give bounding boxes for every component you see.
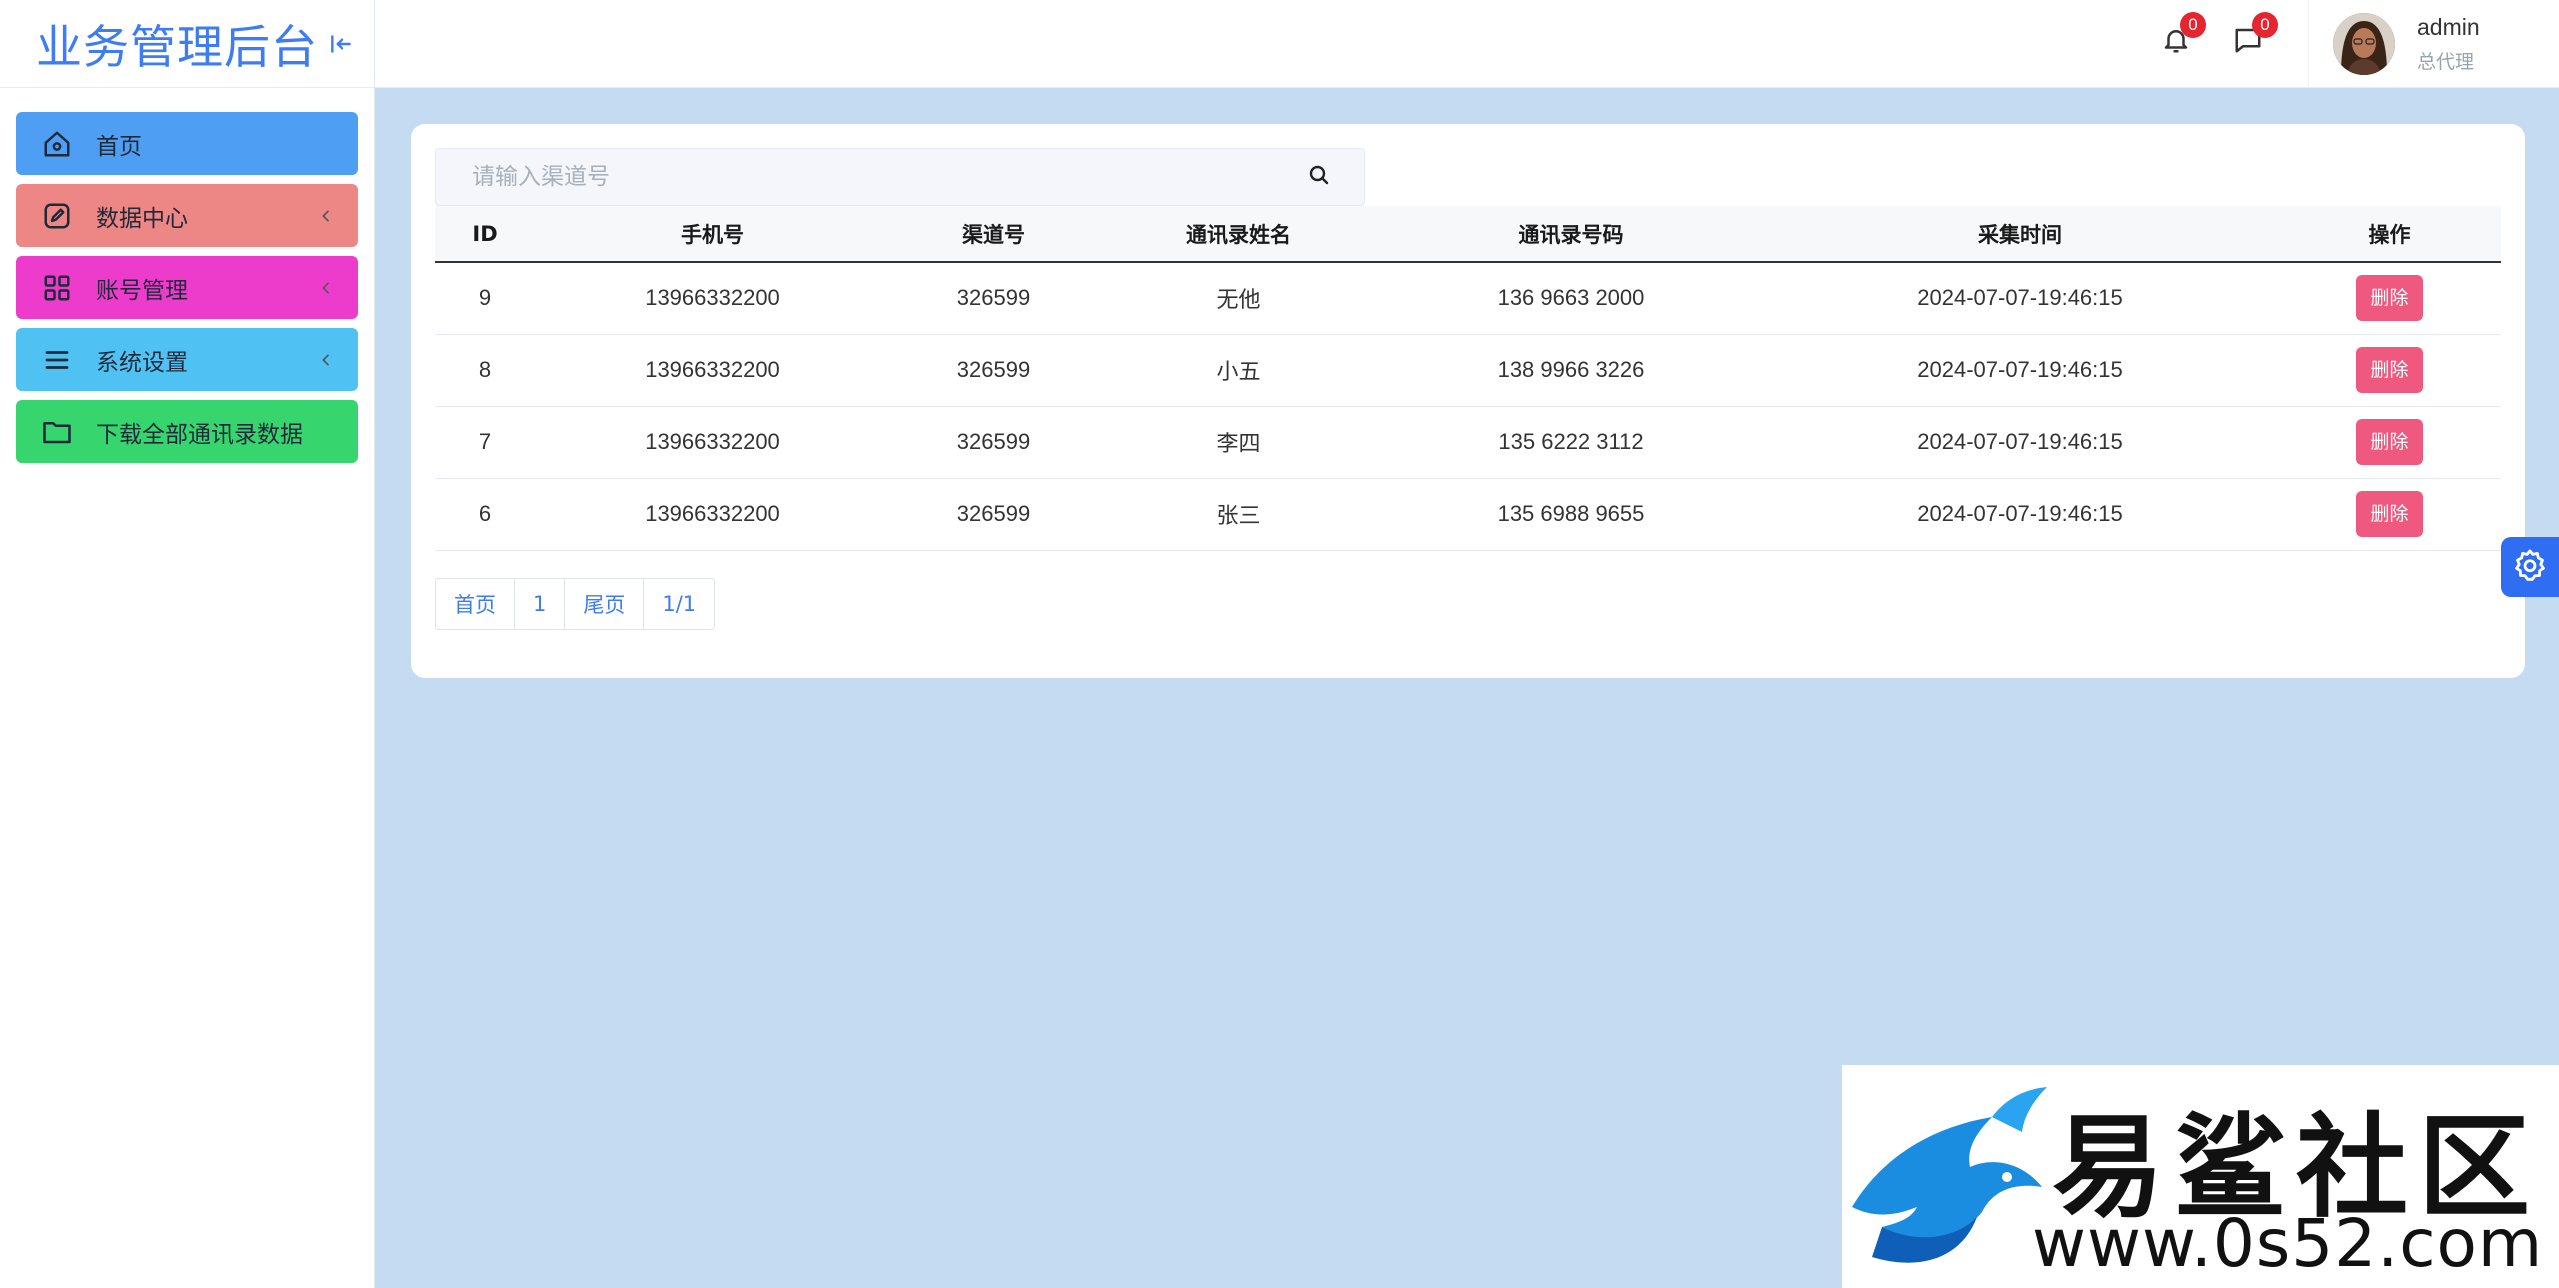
cell-action: 删除 — [2278, 334, 2501, 406]
message-count-badge: 0 — [2252, 12, 2278, 38]
pagination-last[interactable]: 尾页 — [565, 579, 645, 629]
cell-contact-number: 138 9966 3226 — [1497, 357, 1645, 382]
sidebar-item-account-management[interactable]: 账号管理 — [16, 256, 358, 319]
sidebar-item-label: 首页 — [96, 133, 142, 160]
table-row: 6 13966332200 326599 张三 135 6988 9655 20… — [435, 478, 2501, 550]
notifications-button[interactable]: 0 — [2154, 12, 2206, 64]
sidebar-item-data-center[interactable]: 数据中心 — [16, 184, 358, 247]
pagination-page-1[interactable]: 1 — [515, 579, 566, 629]
user-menu[interactable]: admin 总代理 — [2308, 0, 2559, 88]
sidebar-item-label: 数据中心 — [96, 205, 188, 232]
sidebar-item-label: 下载全部通讯录数据 — [96, 421, 303, 448]
edit-icon — [40, 199, 74, 233]
column-header-collect-time: 采集时间 — [1978, 222, 2062, 247]
contacts-card: ID 手机号 渠道号 通讯录姓名 通讯录号码 采集时间 操作 9 1396633… — [411, 124, 2525, 678]
column-header-contact-number: 通讯录号码 — [1518, 222, 1624, 247]
table-row: 9 13966332200 326599 无他 136 9663 2000 20… — [435, 262, 2501, 334]
search-icon — [1307, 163, 1331, 192]
messages-button[interactable]: 0 — [2226, 12, 2278, 64]
avatar — [2333, 13, 2395, 75]
pagination-summary: 1/1 — [662, 592, 697, 616]
theme-settings-button[interactable] — [2501, 537, 2559, 597]
sidebar-item-download-contacts[interactable]: 下载全部通讯录数据 — [16, 400, 358, 463]
cell-phone: 13966332200 — [645, 357, 780, 382]
sidebar-item-label: 系统设置 — [96, 349, 188, 376]
cell-channel: 326599 — [956, 357, 1031, 382]
cell-contact-name: 李四 — [1216, 432, 1261, 457]
user-role: 总代理 — [2417, 51, 2475, 73]
sidebar-menu: 首页 数据中心 账号管理 系统设置 下载全部通讯录数据 — [0, 88, 374, 463]
cell-action: 删除 — [2278, 406, 2501, 478]
top-header: 0 0 admin 总代理 — [375, 0, 2559, 88]
cell-collect-time: 2024-07-07-19:46:15 — [1917, 357, 2123, 382]
cell-channel: 326599 — [956, 285, 1031, 311]
grid-icon — [40, 271, 74, 305]
search-button[interactable] — [1274, 149, 1364, 205]
delete-button[interactable]: 删除 — [2356, 419, 2423, 465]
column-header-action: 操作 — [2368, 222, 2411, 247]
contacts-table: ID 手机号 渠道号 通讯录姓名 通讯录号码 采集时间 操作 9 1396633… — [435, 206, 2501, 551]
user-name: admin — [2417, 14, 2480, 40]
cell-contact-number: 135 6988 9655 — [1497, 501, 1645, 526]
cell-contact-name: 张三 — [1216, 504, 1261, 529]
cell-collect-time: 2024-07-07-19:46:15 — [1917, 285, 2123, 311]
cell-contact-number: 135 6222 3112 — [1498, 429, 1644, 454]
cell-phone: 13966332200 — [645, 429, 780, 454]
cell-collect-time: 2024-07-07-19:46:15 — [1917, 501, 2123, 526]
cell-id: 6 — [478, 501, 492, 526]
cell-id: 9 — [478, 285, 492, 311]
pagination: 首页 1 尾页 1/1 — [435, 578, 716, 630]
app-title: 业务管理后台 — [36, 19, 318, 74]
column-header-phone: 手机号 — [681, 222, 744, 247]
sidebar: 业务管理后台 首页 数据中心 账号管理 系统设置 下载全部通讯录数据 — [0, 0, 375, 1288]
column-header-id: ID — [472, 221, 498, 246]
cell-phone: 13966332200 — [645, 501, 780, 526]
cell-id: 8 — [478, 357, 492, 382]
chevron-left-icon — [318, 280, 334, 296]
cell-action: 删除 — [2278, 262, 2501, 334]
search-bar — [435, 148, 1365, 206]
cell-id: 7 — [478, 429, 492, 454]
sidebar-item-label: 账号管理 — [96, 277, 188, 304]
table-row: 8 13966332200 326599 小五 138 9966 3226 20… — [435, 334, 2501, 406]
site-watermark: 易鲨社区 www.0s52.com — [1842, 1065, 2559, 1288]
delete-button[interactable]: 删除 — [2356, 347, 2423, 393]
chevron-left-icon — [318, 352, 334, 368]
pagination-first[interactable]: 首页 — [436, 579, 515, 629]
cell-contact-name: 无他 — [1216, 288, 1261, 314]
table-row: 7 13966332200 326599 李四 135 6222 3112 20… — [435, 406, 2501, 478]
home-icon — [40, 127, 74, 161]
gear-icon — [2513, 548, 2547, 587]
channel-search-input[interactable] — [436, 149, 1274, 205]
column-header-contact-name: 通讯录姓名 — [1186, 222, 1291, 247]
collapse-sidebar-icon[interactable] — [328, 31, 354, 57]
notification-count-badge: 0 — [2180, 12, 2206, 38]
cell-channel: 326599 — [956, 501, 1031, 526]
chevron-left-icon — [318, 208, 334, 224]
table-header-row: ID 手机号 渠道号 通讯录姓名 通讯录号码 采集时间 操作 — [435, 206, 2501, 262]
brand-header: 业务管理后台 — [0, 0, 374, 88]
sidebar-item-system-settings[interactable]: 系统设置 — [16, 328, 358, 391]
folder-icon — [40, 415, 74, 449]
cell-phone: 13966332200 — [645, 285, 780, 311]
cell-collect-time: 2024-07-07-19:46:15 — [1917, 429, 2123, 454]
delete-button[interactable]: 删除 — [2356, 275, 2423, 322]
cell-contact-number: 136 9663 2000 — [1497, 285, 1645, 311]
cell-channel: 326599 — [956, 429, 1031, 454]
column-header-channel: 渠道号 — [962, 222, 1025, 247]
watermark-url: www.0s52.com — [2032, 1205, 2544, 1282]
sidebar-item-home[interactable]: 首页 — [16, 112, 358, 175]
cell-contact-name: 小五 — [1216, 360, 1261, 385]
cell-action: 删除 — [2278, 478, 2501, 550]
menu-icon — [40, 343, 74, 377]
delete-button[interactable]: 删除 — [2356, 491, 2423, 537]
